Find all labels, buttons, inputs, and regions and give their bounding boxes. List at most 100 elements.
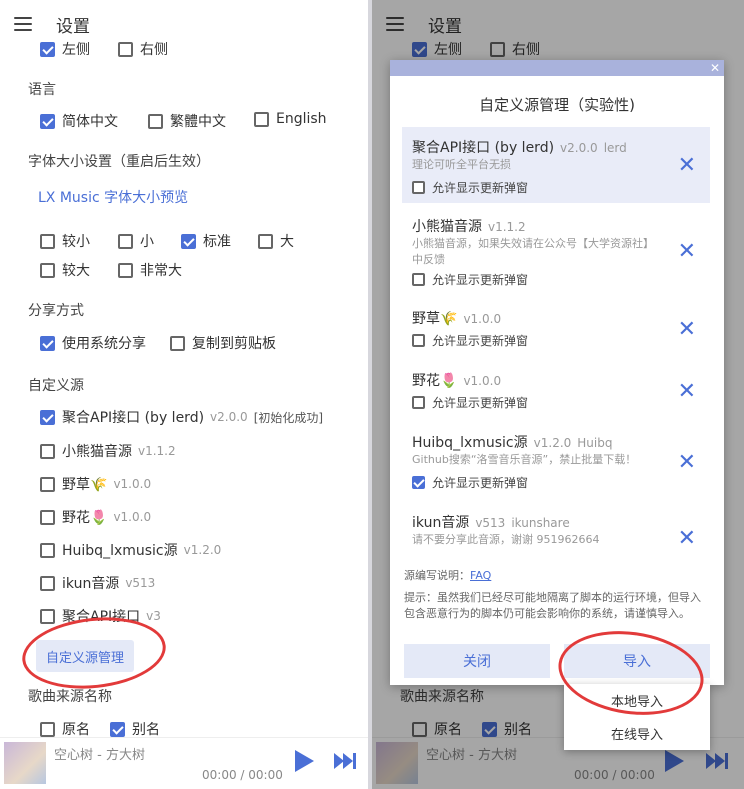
font-size-option[interactable]: 大 — [258, 231, 294, 251]
checkbox-icon — [40, 443, 55, 459]
custom-source-item[interactable]: ikun音源 v513 — [40, 573, 155, 593]
allow-update-checkbox[interactable]: 允许显示更新弹窗 — [412, 332, 528, 349]
close-icon[interactable]: ✕ — [678, 528, 696, 550]
option-label: 简体中文 — [62, 114, 118, 130]
track-title: 空心树 - 方大树 — [54, 748, 145, 763]
page-title: 设置 — [56, 16, 90, 37]
source-author: ikunshare — [511, 516, 570, 530]
album-cover[interactable] — [4, 742, 46, 784]
checkbox-icon — [40, 509, 55, 525]
play-icon[interactable] — [295, 750, 314, 772]
source-title: ikun音源 — [412, 515, 470, 531]
checkbox-icon — [118, 41, 133, 57]
option-label: 允许显示更新弹窗 — [432, 476, 529, 490]
hamburger-icon[interactable] — [14, 17, 32, 31]
font-size-option[interactable]: 小 — [118, 231, 154, 251]
source-author: Huibq — [577, 436, 613, 450]
allow-update-checkbox[interactable]: 允许显示更新弹窗 — [412, 179, 528, 196]
dialog-title: 自定义源管理（实验性) — [479, 96, 635, 114]
checkbox-checked-icon — [40, 113, 55, 129]
close-icon[interactable]: ✕ — [678, 381, 696, 403]
source-version: v1.0.0 — [463, 374, 502, 388]
section-title-song-source-name: 歌曲来源名称 — [28, 689, 112, 705]
faq-line: 源编写说明：FAQ — [404, 568, 710, 584]
option-label: 别名 — [132, 722, 160, 738]
font-size-preview: LX Music 字体大小预览 — [38, 190, 189, 206]
close-icon[interactable]: ✕ — [678, 155, 696, 177]
position-left-checkbox[interactable]: 左侧 — [40, 39, 90, 59]
song-source-name-original[interactable]: 原名 — [40, 719, 90, 739]
checkbox-icon — [412, 181, 425, 194]
font-size-option[interactable]: 较大 — [40, 260, 90, 280]
option-label: 小 — [140, 234, 154, 250]
language-option-simplified[interactable]: 简体中文 — [40, 111, 118, 131]
language-option-english[interactable]: English — [254, 111, 327, 127]
source-name: 聚合API接口 (by lerd) v2.0.0 lerd — [412, 137, 627, 157]
close-icon[interactable]: ✕ — [710, 60, 720, 76]
option-label: 较大 — [62, 263, 90, 279]
allow-update-checkbox[interactable]: 允许显示更新弹窗 — [412, 394, 528, 411]
option-label: 较小 — [62, 234, 90, 250]
checkbox-checked-icon — [181, 233, 196, 249]
source-name: 聚合API接口 (by lerd) — [62, 410, 205, 426]
custom-source-manage-dialog: ✕ 自定义源管理（实验性) 聚合API接口 (by lerd) v2.0.0 ler… — [390, 60, 724, 685]
source-name: 小熊猫音源 — [62, 444, 132, 460]
source-version: v1.0.0 — [113, 477, 152, 491]
close-icon[interactable]: ✕ — [678, 241, 696, 263]
source-row: 野花🌷 v1.0.0 允许显示更新弹窗 ✕ — [402, 362, 710, 418]
option-label: 繁體中文 — [170, 114, 226, 130]
position-right-checkbox[interactable]: 右侧 — [118, 39, 168, 59]
checkbox-checked-icon — [110, 721, 125, 737]
skip-next-icon[interactable] — [333, 752, 357, 770]
checkbox-checked-icon — [412, 476, 425, 489]
checkbox-checked-icon — [40, 335, 55, 351]
player-bar: 空心树 - 方大树 00:00 / 00:00 — [0, 737, 368, 789]
close-icon[interactable]: ✕ — [678, 452, 696, 474]
source-row: Huibq_lxmusic源 v1.2.0 Huibq Github搜索“洛雪音乐音… — [402, 426, 710, 494]
custom-source-item[interactable]: 小熊猫音源 v1.1.2 — [40, 441, 176, 461]
source-name: 野草🌾 — [62, 477, 108, 493]
checkbox-icon — [412, 273, 425, 286]
font-size-option[interactable]: 非常大 — [118, 260, 182, 280]
checkbox-icon — [40, 721, 55, 737]
source-title: 野草🌾 — [412, 311, 458, 327]
source-version: v3 — [146, 609, 161, 623]
option-label: 非常大 — [140, 263, 182, 279]
option-label: 大 — [280, 234, 294, 250]
option-label: 右侧 — [140, 42, 168, 58]
faq-link[interactable]: FAQ — [470, 569, 491, 582]
source-version: v513 — [475, 516, 506, 530]
custom-source-item[interactable]: Huibq_lxmusic源 v1.2.0 — [40, 540, 221, 560]
song-source-name-alias[interactable]: 别名 — [110, 719, 160, 739]
source-name: 野花🌷 v1.0.0 — [412, 370, 501, 390]
option-label: 复制到剪贴板 — [192, 336, 276, 352]
font-size-option[interactable]: 较小 — [40, 231, 90, 251]
source-description: Github搜索“洛雪音乐音源”，禁止批量下载！ — [412, 453, 637, 466]
source-version: v1.1.2 — [138, 444, 176, 458]
faq-prefix: 源编写说明： — [404, 569, 470, 582]
font-size-option[interactable]: 标准 — [181, 231, 231, 251]
checkbox-icon — [412, 334, 425, 347]
custom-source-item[interactable]: 聚合API接口 (by lerd) v2.0.0 [初始化成功] — [40, 407, 323, 427]
checkbox-icon — [40, 542, 55, 558]
share-option-system[interactable]: 使用系统分享 — [40, 333, 146, 353]
close-button[interactable]: 关闭 — [404, 644, 550, 678]
source-version: v1.2.0 — [533, 436, 572, 450]
option-label: 使用系统分享 — [62, 336, 146, 352]
source-name: Huibq_lxmusic源 — [62, 543, 178, 559]
share-option-clipboard[interactable]: 复制到剪贴板 — [170, 333, 276, 353]
checkbox-icon — [170, 335, 185, 351]
source-version: v513 — [125, 576, 156, 590]
source-name: ikun音源 — [62, 576, 120, 592]
menu-item-online-import[interactable]: 在线导入 — [564, 717, 710, 750]
source-name: 野草🌾 v1.0.0 — [412, 308, 501, 328]
close-icon[interactable]: ✕ — [678, 319, 696, 341]
allow-update-checkbox[interactable]: 允许显示更新弹窗 — [412, 271, 528, 288]
checkbox-icon — [40, 575, 55, 591]
allow-update-checkbox[interactable]: 允许显示更新弹窗 — [412, 474, 528, 491]
settings-screen-left: 设置 左侧 右侧 语言 简体中文 繁體中文 English 字体大小设置（重启后… — [0, 0, 368, 789]
source-description: 请不要分享此音源，谢谢 951962664 — [412, 533, 600, 546]
custom-source-item[interactable]: 野花🌷 v1.0.0 — [40, 507, 151, 527]
custom-source-item[interactable]: 野草🌾 v1.0.0 — [40, 474, 151, 494]
language-option-traditional[interactable]: 繁體中文 — [148, 111, 226, 131]
